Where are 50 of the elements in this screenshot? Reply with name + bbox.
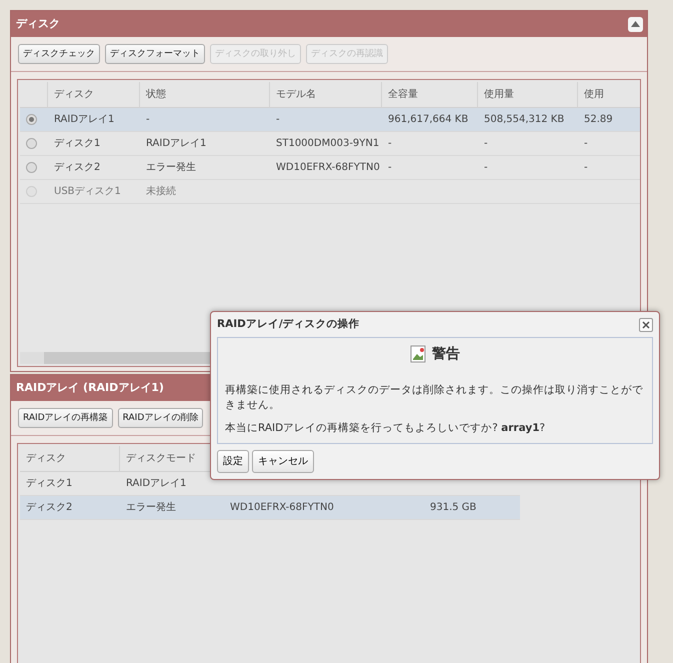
table-cell: ディスク2 [48, 156, 140, 180]
confirm-question: 本当にRAIDアレイの再構築を行ってもよろしいですか? array1? [225, 420, 546, 436]
table-cell: RAIDアレイ1 [140, 132, 270, 156]
collapse-button[interactable] [628, 16, 643, 32]
toolbar-button[interactable]: ディスクチェック [18, 44, 100, 64]
table-cell: エラー発生 [140, 156, 270, 180]
table-cell: ST1000DM003-9YN1 [270, 132, 382, 156]
radio-button[interactable] [26, 114, 37, 125]
dialog-button[interactable]: キャンセル [252, 450, 314, 473]
table-cell: エラー発生 [120, 496, 224, 520]
dialog-title: RAIDアレイ/ディスクの操作 [217, 317, 360, 332]
toolbar-button[interactable]: ディスクフォーマット [105, 44, 205, 64]
table-cell: USBディスク1 [48, 180, 140, 204]
column-header: 状態 [140, 82, 270, 108]
table-cell: - [578, 156, 640, 180]
table-cell: - [578, 132, 640, 156]
close-button[interactable] [639, 318, 653, 332]
warning-message: 再構築に使用されるディスクのデータは削除されます。この操作は取り消すことができません。 [225, 382, 644, 413]
toolbar-button[interactable]: RAIDアレイの削除 [118, 408, 204, 428]
table-cell: 931.5 GB [424, 496, 520, 520]
column-header: ディスク [48, 82, 140, 108]
column-header: モデル名 [270, 82, 382, 108]
column-header: ディスク [20, 446, 120, 472]
panel-title: RAIDアレイ (RAIDアレイ1) [16, 380, 164, 396]
table-cell: WD10EFRX-68FYTN0 [270, 156, 382, 180]
panel-title: ディスク [16, 16, 60, 32]
dialog-heading: 警告 [432, 344, 460, 364]
table-cell: RAIDアレイ1 [48, 108, 140, 132]
table-cell: - [478, 156, 578, 180]
toolbar-button[interactable]: RAIDアレイの再構築 [18, 408, 113, 428]
table-cell: - [270, 108, 382, 132]
table-cell: - [140, 108, 270, 132]
column-header: 使用量 [478, 82, 578, 108]
close-icon [642, 320, 650, 329]
radio-button[interactable] [26, 162, 37, 173]
table-cell: ディスク2 [20, 496, 120, 520]
table-cell: - [382, 156, 478, 180]
table-cell: 未接続 [140, 180, 270, 204]
table-cell: 52.89 [578, 108, 640, 132]
column-header: 全容量 [382, 82, 478, 108]
table-cell: 961,617,664 KB [382, 108, 478, 132]
table-cell: - [382, 132, 478, 156]
broken-image-icon [410, 345, 428, 364]
table-cell: - [478, 132, 578, 156]
dialog-button[interactable]: 設定 [217, 450, 249, 473]
table-cell: WD10EFRX-68FYTN0 [224, 496, 424, 520]
table-cell: ディスク1 [48, 132, 140, 156]
table-cell: 508,554,312 KB [478, 108, 578, 132]
radio-button[interactable] [26, 138, 37, 149]
triangle-up-icon [631, 21, 640, 27]
